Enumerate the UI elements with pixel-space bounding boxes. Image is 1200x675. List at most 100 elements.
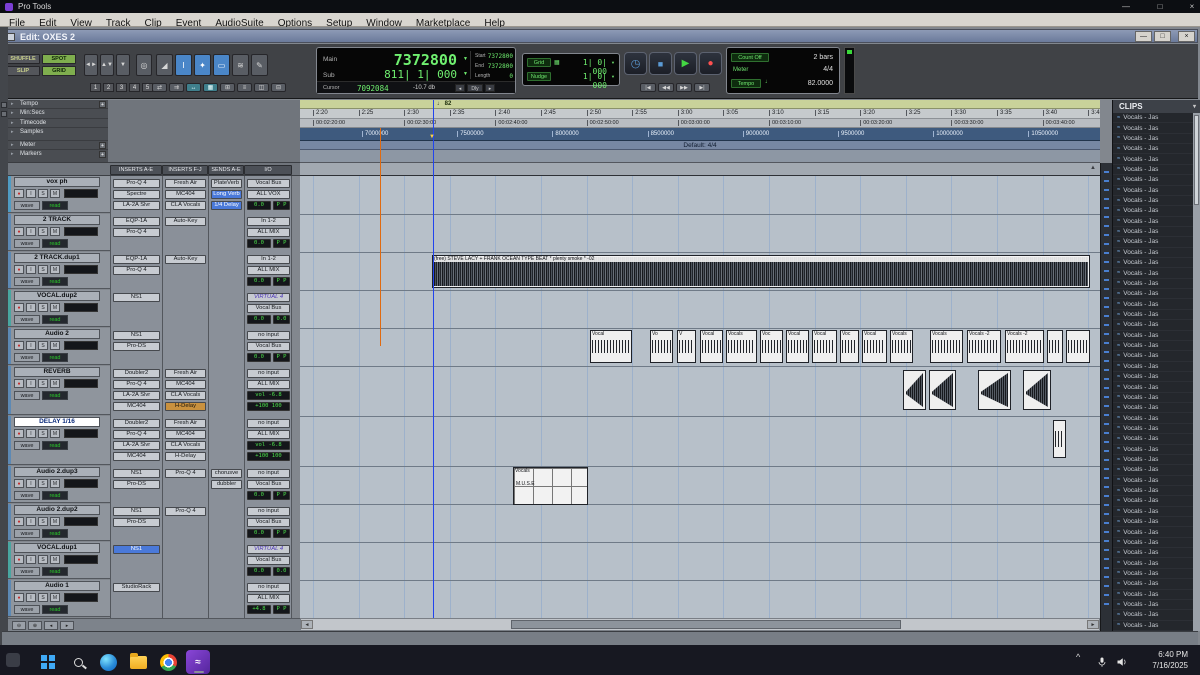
insert-slot[interactable]: NS1 xyxy=(113,293,160,302)
clip-list-item[interactable]: ≈ Vocals - Jas xyxy=(1113,206,1194,217)
output-pan[interactable]: 0.0 xyxy=(273,567,290,576)
maximize-icon[interactable]: □ xyxy=(1148,1,1172,12)
output-pan[interactable]: P P xyxy=(273,491,290,500)
mode-shuffle[interactable]: SHUFFLE xyxy=(6,54,40,64)
track-view-selector[interactable]: wave xyxy=(14,353,40,362)
sends-ae-header[interactable]: SENDS A-E xyxy=(208,165,244,175)
clip-list-item[interactable]: ≈ Vocals - Jas xyxy=(1113,237,1194,248)
edit-close-icon[interactable]: × xyxy=(1178,31,1195,42)
tempo-button[interactable]: Tempo xyxy=(731,79,761,88)
grid-follows-icon[interactable]: ⊟ xyxy=(271,83,286,92)
automation-mode-button[interactable]: read xyxy=(42,529,68,538)
input-monitor-button[interactable]: I xyxy=(26,189,36,198)
clip-list-item[interactable]: ≈ Vocals - Jas xyxy=(1113,134,1194,145)
insert-slot[interactable]: chorusve xyxy=(211,469,242,478)
samples-ruler[interactable]: 7000000 7500000 8000000 8500000 9000000 95000… xyxy=(300,128,1100,141)
track-name[interactable]: Audio 2.dup2 xyxy=(14,505,100,515)
grid-icon[interactable]: ▦ xyxy=(554,59,560,66)
clip-list-item[interactable]: ≈ Vocals - Jas xyxy=(1113,600,1194,611)
io-input-selector[interactable]: VIRTUAL 4 xyxy=(247,293,290,302)
ruler-label-tempo[interactable]: ▸ Tempo + xyxy=(8,100,108,109)
output-pan[interactable]: P P xyxy=(273,529,290,538)
selector-tool-icon[interactable]: I xyxy=(175,54,192,76)
io-output-selector[interactable]: ALL MIX xyxy=(247,594,290,603)
clip-list-item[interactable]: ≈ Vocals - Jas xyxy=(1113,434,1194,445)
search-button[interactable] xyxy=(66,650,90,674)
insert-slot[interactable]: PlateVerb xyxy=(211,179,242,188)
output-volume[interactable]: 0.0 xyxy=(247,315,271,324)
track-view-selector[interactable]: wave xyxy=(14,201,40,210)
io-input-selector[interactable]: VIRTUAL 4 xyxy=(247,545,290,554)
solo-button[interactable]: S xyxy=(38,341,48,350)
track-name[interactable]: Audio 2 xyxy=(14,329,100,339)
insert-slot[interactable]: MC404 xyxy=(113,402,160,411)
mode-spot[interactable]: SPOT xyxy=(42,54,76,64)
insert-slot[interactable]: NS1 xyxy=(113,469,160,478)
tab-transient-icon[interactable]: ▦ xyxy=(203,83,218,92)
insert-slot[interactable]: H-Delay xyxy=(165,402,206,411)
io-output-selector[interactable]: ALL VOX xyxy=(247,190,290,199)
insert-slot[interactable]: Long Verb xyxy=(211,190,242,199)
output-volume[interactable]: +100 100 xyxy=(247,452,290,461)
clip-list-item[interactable]: ≈ Vocals - Jas xyxy=(1113,455,1194,466)
audio-clip[interactable] xyxy=(929,370,956,410)
io-input-selector[interactable]: In 1-2 xyxy=(247,255,290,264)
insert-slot[interactable]: dubbler xyxy=(211,480,242,489)
clip-list-item[interactable]: ≈ Vocals - Jas xyxy=(1113,196,1194,207)
insert-slot[interactable]: CLA Vocals xyxy=(165,201,206,210)
insert-slot[interactable]: NS1 xyxy=(113,545,160,554)
zoom-preset-4[interactable]: 4 xyxy=(129,83,140,92)
close-icon[interactable]: × xyxy=(1180,1,1200,12)
ruler-label-meter[interactable]: ▸ Meter + xyxy=(8,141,108,150)
solo-button[interactable]: S xyxy=(38,379,48,388)
record-enable-button[interactable]: ● xyxy=(14,593,24,602)
pencil-tool-icon[interactable]: ✎ xyxy=(251,54,268,76)
ruler-label-markers[interactable]: ▸ Markers + xyxy=(8,150,108,163)
solo-button[interactable]: S xyxy=(38,303,48,312)
record-enable-button[interactable]: ● xyxy=(14,227,24,236)
edge-tool-icon[interactable] xyxy=(1,111,7,117)
track-name[interactable]: Audio 1 xyxy=(14,581,100,591)
track-view-selector[interactable]: wave xyxy=(14,277,40,286)
grabber-tool-icon[interactable]: ✦ xyxy=(194,54,211,76)
zoom-preset-3[interactable]: 3 xyxy=(116,83,127,92)
ruler-label-samples[interactable]: ▸ Samples xyxy=(8,128,108,141)
insert-slot[interactable]: CLA Vocals xyxy=(165,441,206,450)
zoom-out-button[interactable]: ⊖ xyxy=(12,621,26,630)
nudge-button[interactable]: Nudge xyxy=(527,72,551,81)
clip-list-item[interactable]: ≈ Vocals - Jas xyxy=(1113,165,1194,176)
insert-slot[interactable]: Auto-Key xyxy=(165,217,206,226)
track-header-2-track-dup1[interactable]: 2 TRACK.dup1 ● I S Mwave read xyxy=(8,252,110,289)
insert-slot[interactable]: Pro-Q 4 xyxy=(113,228,160,237)
record-enable-button[interactable]: ● xyxy=(14,555,24,564)
meter-ruler[interactable]: Default: 4/4 xyxy=(300,141,1100,150)
audio-clip[interactable]: Voc xyxy=(760,330,783,363)
output-volume[interactable]: +4.8 xyxy=(247,605,271,614)
insert-slot[interactable]: Pro-Q 4 xyxy=(113,430,160,439)
insert-slot[interactable]: Fresh Air xyxy=(165,179,206,188)
vertical-scrollbar[interactable] xyxy=(1100,163,1112,631)
record-enable-button[interactable]: ● xyxy=(14,341,24,350)
track-view-selector[interactable]: wave xyxy=(14,529,40,538)
clips-menu-caret-icon[interactable]: ▾ xyxy=(1193,103,1196,110)
track-header-audio-2[interactable]: Audio 2 ● I S Mwave read xyxy=(8,328,110,365)
markers-ruler[interactable] xyxy=(300,150,1100,163)
mirror-midi-icon[interactable]: ↔ xyxy=(186,83,201,92)
insert-slot[interactable]: Pro-Q 4 xyxy=(165,469,206,478)
output-pan[interactable]: P P xyxy=(273,239,290,248)
timecode-ruler[interactable]: 00:02:20:00 00:02:30:00 00:02:40:00 00:02:5… xyxy=(300,119,1100,128)
output-volume[interactable]: 0.0 xyxy=(247,567,271,576)
clip-list-item[interactable]: ≈ Vocals - Jas xyxy=(1113,341,1194,352)
track-header-vox-ph[interactable]: vox ph ● I S Mwave read xyxy=(8,176,110,213)
record-enable-button[interactable]: ● xyxy=(14,303,24,312)
tempo-ruler[interactable]: ♩ 82 xyxy=(300,100,1100,109)
input-monitor-button[interactable]: I xyxy=(26,303,36,312)
clip-list-item[interactable]: ≈ Vocals - Jas xyxy=(1113,299,1194,310)
pre-roll-icon[interactable]: ◂ xyxy=(455,84,465,92)
insert-slot[interactable]: EQP-1A xyxy=(113,217,160,226)
automation-mode-button[interactable]: read xyxy=(42,391,68,400)
solo-button[interactable]: S xyxy=(38,517,48,526)
horizontal-scrollbar[interactable]: ◄ ► xyxy=(300,618,1100,631)
automation-mode-button[interactable]: read xyxy=(42,441,68,450)
go-to-end-button[interactable]: ▶| xyxy=(694,83,710,92)
